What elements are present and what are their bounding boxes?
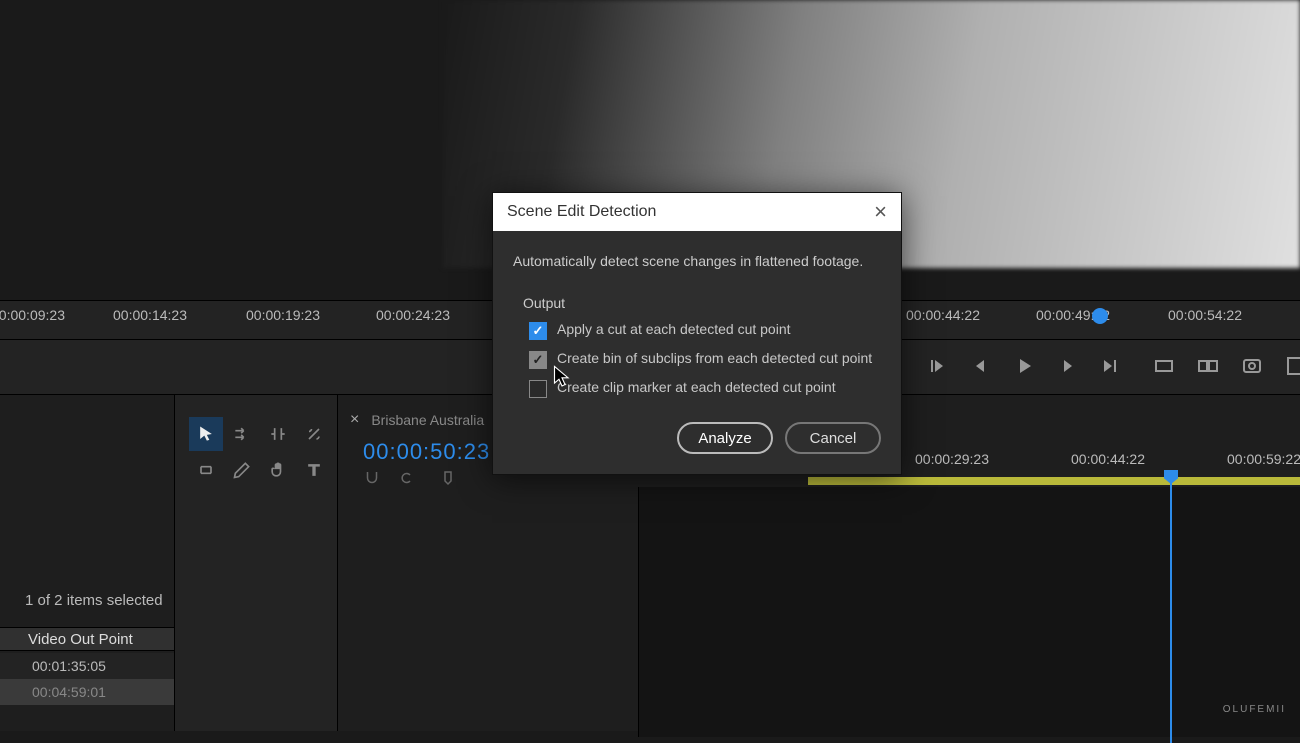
step-forward-button[interactable] bbox=[1056, 354, 1080, 378]
option-create-marker[interactable]: Create clip marker at each detected cut … bbox=[529, 379, 881, 398]
cancel-button[interactable]: Cancel bbox=[785, 422, 881, 454]
mark-in-button[interactable] bbox=[925, 354, 949, 378]
ruler-tick: 00:00:44:22 bbox=[1071, 451, 1145, 467]
tool-panel bbox=[175, 395, 338, 731]
play-button[interactable] bbox=[1012, 354, 1036, 378]
razor-tool[interactable] bbox=[297, 417, 331, 451]
link-icon[interactable] bbox=[401, 469, 419, 487]
dialog-title: Scene Edit Detection bbox=[507, 203, 656, 221]
sequence-name: Brisbane Australia bbox=[371, 412, 484, 428]
project-row[interactable]: 00:04:59:01 bbox=[0, 679, 174, 705]
analyze-button[interactable]: Analyze bbox=[677, 422, 773, 454]
overwrite-button[interactable] bbox=[1196, 354, 1220, 378]
ruler-tick: 00:00:24:23 bbox=[376, 307, 450, 323]
scene-edit-detection-dialog: Scene Edit Detection × Automatically det… bbox=[492, 192, 902, 475]
close-icon[interactable]: × bbox=[874, 201, 887, 223]
type-tool[interactable] bbox=[297, 453, 331, 487]
dialog-description: Automatically detect scene changes in fl… bbox=[513, 253, 881, 269]
hand-tool[interactable] bbox=[261, 453, 295, 487]
timeline-options bbox=[363, 469, 457, 487]
ruler-tick: 00:00:09:23 bbox=[0, 307, 65, 323]
pen-tool[interactable] bbox=[225, 453, 259, 487]
project-row[interactable]: 00:01:35:05 bbox=[0, 653, 174, 679]
output-section-label: Output bbox=[523, 295, 881, 311]
timeline-timecode[interactable]: 00:00:50:23 bbox=[363, 439, 490, 465]
ruler-tick: 00:00:44:22 bbox=[906, 307, 980, 323]
mark-out-button[interactable] bbox=[1098, 354, 1122, 378]
program-playhead[interactable] bbox=[1092, 308, 1108, 324]
selection-count: 1 of 2 items selected bbox=[25, 592, 163, 609]
project-column-header[interactable]: Video Out Point bbox=[0, 627, 174, 651]
track-select-tool[interactable] bbox=[225, 417, 259, 451]
option-create-bin[interactable]: Create bin of subclips from each detecte… bbox=[529, 350, 881, 369]
option-label: Create clip marker at each detected cut … bbox=[557, 379, 836, 395]
checkbox-checked-icon[interactable] bbox=[529, 351, 547, 369]
sequence-tab[interactable]: × Brisbane Australia bbox=[350, 407, 484, 433]
dialog-titlebar: Scene Edit Detection × bbox=[493, 193, 901, 231]
watermark: OLUFEMII bbox=[1223, 704, 1286, 715]
snap-icon[interactable] bbox=[363, 469, 381, 487]
settings-button[interactable] bbox=[1284, 354, 1300, 378]
marker-icon[interactable] bbox=[439, 469, 457, 487]
checkbox-unchecked-icon[interactable] bbox=[529, 380, 547, 398]
timeline-clip[interactable] bbox=[808, 477, 1300, 485]
timeline-playhead-line bbox=[1170, 483, 1172, 743]
export-frame-button[interactable] bbox=[1240, 354, 1264, 378]
ruler-tick: 00:00:19:23 bbox=[246, 307, 320, 323]
ruler-tick: 00:00:59:22 bbox=[1227, 451, 1300, 467]
selection-tool[interactable] bbox=[189, 417, 223, 451]
option-label: Create bin of subclips from each detecte… bbox=[557, 350, 872, 366]
project-panel: 1 of 2 items selected Video Out Point 00… bbox=[0, 395, 175, 731]
close-icon[interactable]: × bbox=[350, 411, 359, 429]
timeline-tracks[interactable] bbox=[638, 487, 1300, 737]
option-label: Apply a cut at each detected cut point bbox=[557, 321, 791, 337]
ripple-edit-tool[interactable] bbox=[261, 417, 295, 451]
slip-tool[interactable] bbox=[189, 453, 223, 487]
insert-button[interactable] bbox=[1152, 354, 1176, 378]
checkbox-checked-icon[interactable] bbox=[529, 322, 547, 340]
step-back-button[interactable] bbox=[968, 354, 992, 378]
ruler-tick: 00:00:54:22 bbox=[1168, 307, 1242, 323]
ruler-tick: 00:00:14:23 bbox=[113, 307, 187, 323]
option-apply-cut[interactable]: Apply a cut at each detected cut point bbox=[529, 321, 881, 340]
ruler-tick: 00:00:29:23 bbox=[915, 451, 989, 467]
